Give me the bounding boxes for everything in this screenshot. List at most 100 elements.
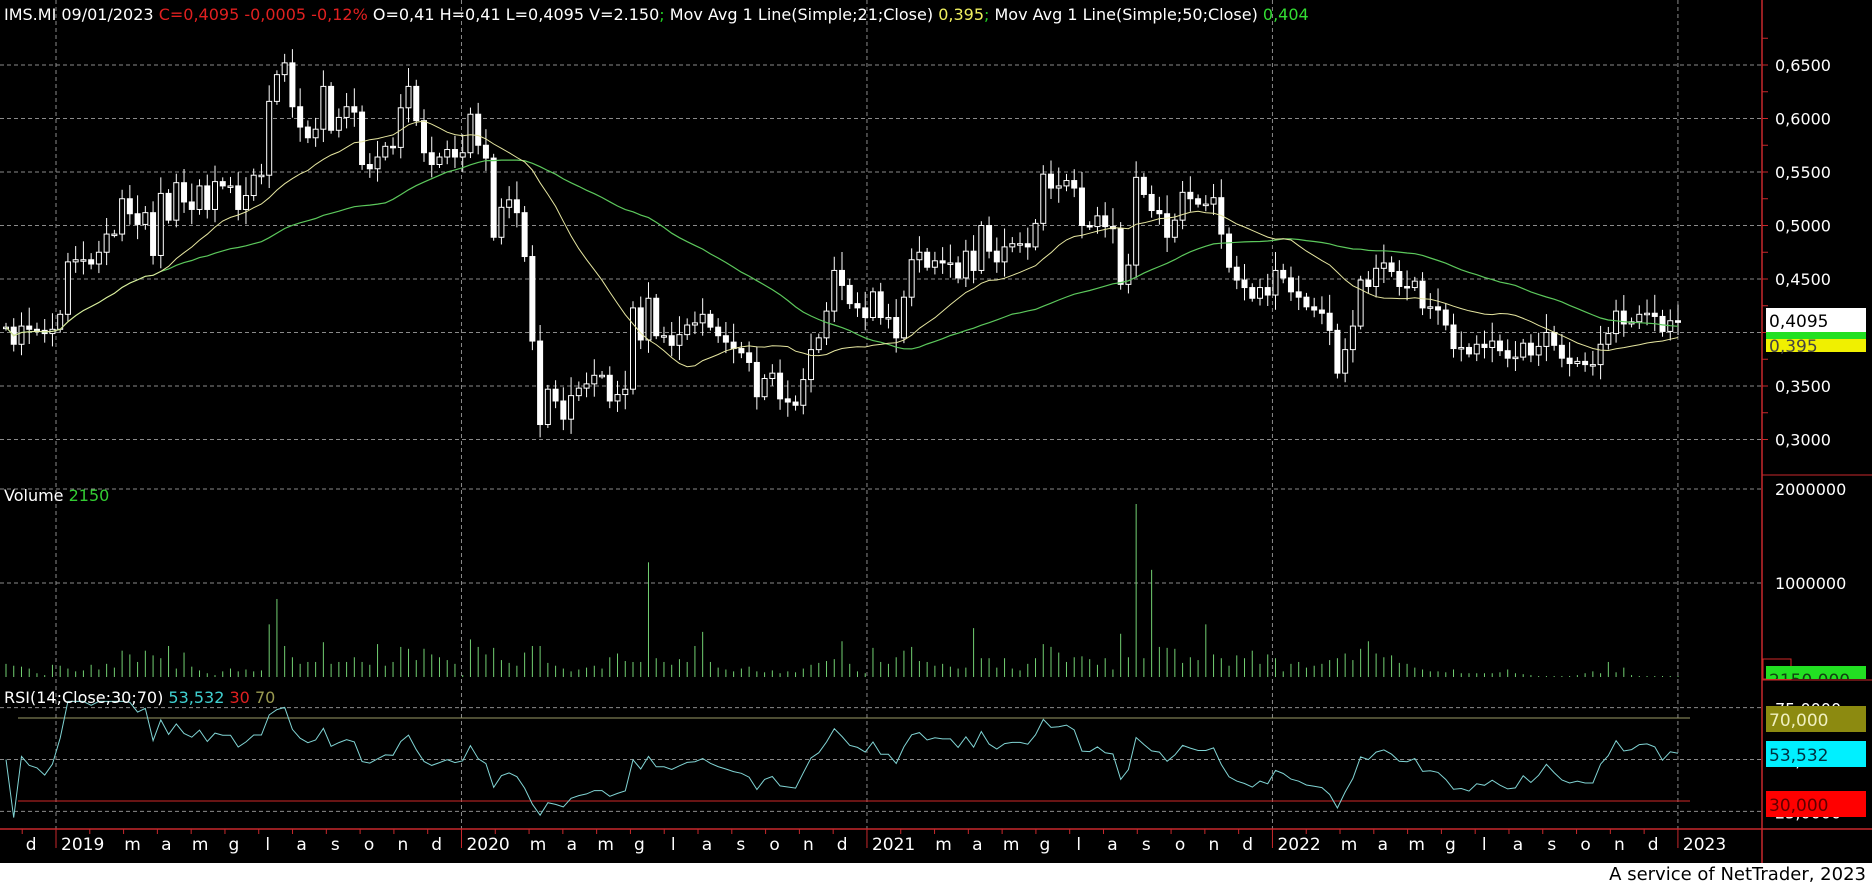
last-price-text: 0,4095 — [1769, 312, 1828, 332]
candle-body — [95, 251, 102, 265]
candle-body — [173, 182, 180, 221]
candle — [359, 105, 366, 170]
candle-body — [281, 62, 288, 76]
candle — [328, 82, 335, 134]
candle-body — [1249, 287, 1256, 299]
candle-body — [1086, 225, 1093, 228]
rsi-high-badge: 70,000 — [1766, 706, 1866, 732]
candle-body — [808, 349, 815, 381]
stock-chart[interactable]: 0,6500 0,6000 0,5500 0,5000 0,4500 0,3500 0,30… — [0, 0, 1872, 888]
month-label: a — [567, 835, 577, 855]
candle-body — [885, 317, 892, 320]
candle-body — [846, 284, 853, 305]
volume-label: Volume — [4, 486, 64, 505]
candle-body — [1257, 287, 1263, 299]
candle-body — [436, 156, 443, 166]
candle-body — [1435, 306, 1442, 311]
candle-body — [80, 259, 87, 262]
rsi-current-badge-text: 53,532 — [1769, 746, 1828, 766]
candle-body — [1659, 315, 1666, 332]
candle-body — [1287, 277, 1294, 293]
month-label: n — [803, 835, 814, 855]
month-label: g — [1445, 835, 1456, 855]
candle-body — [815, 337, 822, 351]
candle — [413, 79, 420, 126]
month-label: l — [671, 835, 676, 855]
candle-body — [1133, 176, 1140, 266]
ma50-value: 0,404 — [1263, 5, 1309, 24]
candle-body — [513, 199, 520, 214]
candle-body — [575, 387, 582, 397]
candle-body — [335, 116, 342, 131]
candle-body — [1481, 343, 1488, 348]
month-label: m — [935, 835, 952, 855]
candle-body — [614, 394, 621, 402]
candle-body — [103, 233, 110, 253]
candle-body — [1527, 342, 1534, 356]
rsi-current-badge: 53,532 — [1766, 741, 1866, 767]
candle — [630, 301, 636, 395]
candle-body — [1210, 197, 1217, 205]
month-label: l — [1076, 835, 1081, 855]
candle-body — [1102, 215, 1109, 228]
candle — [1032, 219, 1039, 251]
separator: ; — [984, 5, 989, 24]
month-label: m — [124, 835, 141, 855]
symbol-date: IMS.MI 09/01/2023 — [4, 5, 154, 24]
month-label: m — [530, 835, 547, 855]
candle-body — [1226, 233, 1233, 268]
candle-body — [746, 352, 753, 363]
candle — [490, 153, 497, 241]
candle-body — [405, 85, 412, 109]
candle-body — [1078, 187, 1085, 227]
candle-body — [722, 335, 729, 343]
candle-body — [1326, 312, 1333, 331]
candle-body — [273, 74, 280, 102]
month-label: n — [1614, 835, 1625, 855]
candle-body — [1272, 269, 1279, 296]
candle-body — [343, 106, 350, 118]
volume-axis-label: 1000000 — [1775, 574, 1846, 593]
month-label: m — [1341, 835, 1358, 855]
candle-body — [544, 388, 551, 426]
candle-body — [1334, 329, 1341, 374]
candle-body — [707, 313, 714, 328]
candle-body — [1589, 364, 1596, 367]
candle-body — [970, 250, 977, 271]
candle-body — [986, 225, 993, 252]
ma-badge-text: 0,395 — [1769, 337, 1818, 357]
candle-body — [134, 213, 141, 225]
chart-header: IMS.MI 09/01/2023 C=0,4095 -0,0005 -0,12… — [4, 5, 1309, 24]
candle-body — [560, 400, 567, 420]
candle-body — [1388, 262, 1395, 273]
candle-body — [1551, 332, 1558, 346]
month-label: m — [1408, 835, 1425, 855]
candle-body — [939, 260, 946, 264]
candle-body — [591, 374, 598, 385]
candle-body — [1404, 285, 1411, 289]
candle-body — [374, 156, 381, 170]
candle — [869, 287, 876, 321]
candle-body — [831, 269, 838, 312]
candle-body — [1644, 312, 1651, 316]
month-label: d — [431, 835, 442, 855]
year-label: 2023 — [1683, 835, 1726, 855]
month-label: d — [1242, 835, 1253, 855]
candle-body — [583, 383, 590, 389]
ma50-label: Mov Avg 1 Line(Simple;50;Close) — [994, 5, 1257, 24]
month-label: o — [364, 835, 374, 855]
candle-body — [1009, 243, 1016, 248]
candle-body — [1442, 309, 1449, 326]
candle-body — [1264, 287, 1271, 296]
candle-body — [1280, 269, 1287, 279]
candle — [537, 325, 544, 438]
candle-body — [599, 374, 606, 378]
candle-body — [181, 182, 188, 203]
rsi-high-level: 70 — [255, 688, 275, 707]
candle-body — [1357, 279, 1364, 327]
candle-body — [351, 106, 358, 113]
candle-body — [1202, 203, 1209, 207]
candle-body — [467, 113, 474, 154]
month-label: g — [634, 835, 645, 855]
price-axis-label: 0,3000 — [1775, 431, 1831, 450]
